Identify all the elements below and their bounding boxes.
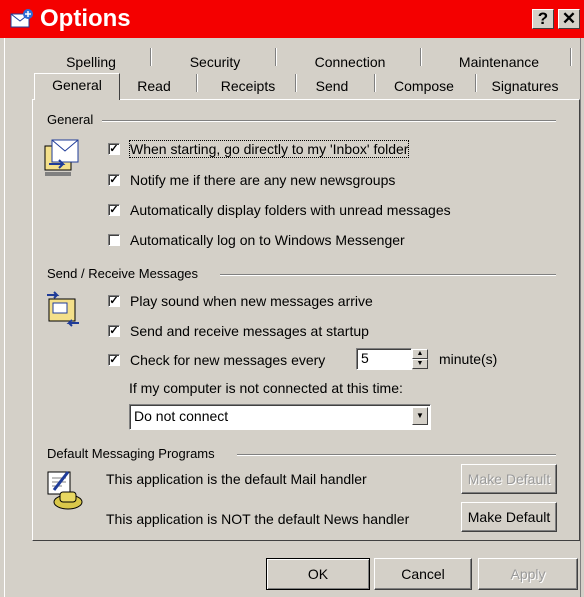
tab-maintenance[interactable]: Maintenance (444, 51, 554, 73)
start-inbox-label: When starting, go directly to my 'Inbox'… (128, 140, 410, 158)
play-sound-checkbox[interactable]: ✓ (108, 295, 120, 307)
start-inbox-checkbox[interactable]: ✓ (108, 143, 120, 155)
tab-send[interactable]: Send (304, 75, 360, 97)
tab-separator (295, 74, 297, 92)
chevron-down-icon[interactable]: ▼ (412, 407, 428, 425)
tab-compose[interactable]: Compose (386, 75, 462, 97)
interval-down-button[interactable]: ▼ (412, 359, 428, 369)
check-interval-input[interactable]: 5 (356, 348, 412, 370)
option-display-unread[interactable]: ✓ Automatically display folders with unr… (108, 201, 451, 219)
tab-separator (275, 48, 277, 66)
make-default-mail-button[interactable]: Make Default (461, 464, 557, 494)
default-programs-heading: Default Messaging Programs (47, 446, 215, 461)
group-divider (237, 454, 556, 456)
default-programs-icon (47, 471, 83, 510)
help-button[interactable]: ? (532, 9, 554, 29)
inbox-folder-icon (44, 139, 79, 176)
option-messenger-logon[interactable]: Automatically log on to Windows Messenge… (108, 231, 405, 249)
group-divider (220, 274, 556, 276)
options-dialog: Options ? ✕ Spelling Security Connection… (0, 0, 584, 597)
option-send-startup[interactable]: ✓ Send and receive messages at startup (108, 322, 369, 340)
close-button[interactable]: ✕ (558, 9, 580, 29)
send-startup-label: Send and receive messages at startup (130, 323, 369, 339)
general-heading: General (47, 112, 94, 127)
connection-select-value: Do not connect (134, 408, 229, 424)
notify-newsgroups-checkbox[interactable]: ✓ (108, 174, 120, 186)
check-messages-checkbox[interactable]: ✓ (108, 354, 120, 366)
tab-separator (374, 74, 376, 92)
option-play-sound[interactable]: ✓ Play sound when new messages arrive (108, 292, 373, 310)
send-receive-heading: Send / Receive Messages (47, 266, 199, 281)
interval-unit-label: minute(s) (439, 351, 498, 367)
option-start-inbox[interactable]: ✓ When starting, go directly to my 'Inbo… (108, 140, 410, 158)
tab-separator (475, 74, 477, 92)
title-bar[interactable]: Options ? ✕ (0, 0, 584, 38)
news-handler-text: This application is NOT the default News… (106, 511, 410, 527)
tab-read[interactable]: Read (128, 75, 180, 97)
play-sound-label: Play sound when new messages arrive (130, 293, 373, 309)
notify-newsgroups-label: Notify me if there are any new newsgroup… (130, 172, 396, 188)
tab-separator (570, 48, 572, 66)
group-divider (102, 120, 556, 122)
send-receive-icon (47, 291, 79, 327)
tab-receipts[interactable]: Receipts (208, 75, 288, 97)
window-right-edge (580, 38, 584, 597)
apply-button[interactable]: Apply (478, 558, 578, 590)
make-default-news-button[interactable]: Make Default (461, 502, 557, 532)
tab-security[interactable]: Security (176, 51, 254, 73)
option-check-messages[interactable]: ✓ Check for new messages every (108, 351, 325, 369)
tab-connection[interactable]: Connection (298, 51, 402, 73)
ok-button[interactable]: OK (266, 558, 370, 590)
check-messages-label: Check for new messages every (130, 352, 326, 368)
messenger-logon-checkbox[interactable] (108, 234, 120, 246)
messenger-logon-label: Automatically log on to Windows Messenge… (130, 232, 405, 248)
send-startup-checkbox[interactable]: ✓ (108, 325, 120, 337)
tab-spelling[interactable]: Spelling (56, 51, 126, 73)
display-unread-label: Automatically display folders with unrea… (130, 202, 451, 218)
not-connected-label: If my computer is not connected at this … (129, 380, 403, 396)
mail-handler-text: This application is the default Mail han… (106, 471, 367, 487)
tab-general[interactable]: General (34, 73, 120, 100)
option-notify-newsgroups[interactable]: ✓ Notify me if there are any new newsgro… (108, 171, 395, 189)
tab-separator (150, 48, 152, 66)
window-left-edge (0, 38, 5, 597)
window-title: Options (40, 5, 131, 32)
tab-signatures[interactable]: Signatures (482, 75, 568, 97)
interval-up-button[interactable]: ▲ (412, 349, 428, 359)
tab-separator (196, 74, 198, 92)
connection-select[interactable]: Do not connect ▼ (129, 404, 431, 430)
display-unread-checkbox[interactable]: ✓ (108, 204, 120, 216)
tab-separator (420, 48, 422, 66)
outlook-express-icon (10, 9, 33, 28)
cancel-button[interactable]: Cancel (374, 558, 472, 590)
